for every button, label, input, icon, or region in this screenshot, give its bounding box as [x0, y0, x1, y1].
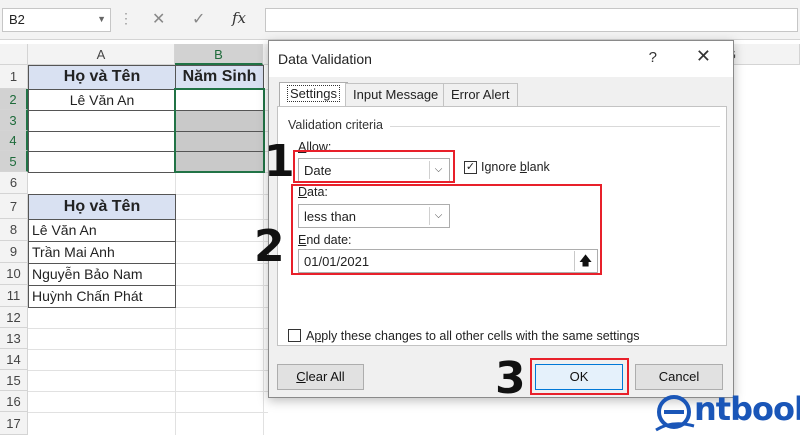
clear-all-button[interactable]: Clear All	[277, 364, 364, 390]
cell-a9[interactable]: Trần Mai Anh	[28, 241, 176, 264]
cell-a5[interactable]	[28, 151, 176, 173]
close-icon[interactable]: ✕	[696, 46, 711, 67]
row-header-15[interactable]: 15	[0, 370, 28, 391]
row-header-10[interactable]: 10	[0, 263, 28, 285]
column-header-a[interactable]: A	[28, 44, 175, 65]
cell-a10[interactable]: Nguyễn Bảo Nam	[28, 263, 176, 286]
tab-settings[interactable]: Settings	[279, 82, 348, 107]
row-header-12[interactable]: 12	[0, 307, 28, 328]
row-header-1[interactable]: 1	[0, 65, 28, 89]
column-header-b[interactable]: B	[175, 44, 263, 65]
name-box-value: B2	[9, 12, 25, 27]
check-icon[interactable]: ✓	[192, 9, 205, 29]
close-icon[interactable]: ✕	[152, 9, 165, 29]
ntbook-logo-icon	[655, 395, 695, 432]
gridline	[28, 391, 268, 392]
row-header-3[interactable]: 3	[0, 110, 28, 131]
tab-input-message[interactable]: Input Message	[345, 83, 447, 106]
row-header-16[interactable]: 16	[0, 391, 28, 412]
annotation-box-3	[530, 358, 629, 395]
row-header-8[interactable]: 8	[0, 219, 28, 241]
cell-a8[interactable]: Lê Văn An	[28, 219, 176, 242]
tab-error-alert-label: Error Alert	[451, 87, 510, 102]
chevron-down-icon[interactable]: ▼	[97, 14, 106, 24]
selection-range	[174, 88, 265, 173]
dialog-title: Data Validation	[278, 51, 372, 67]
gridline	[28, 412, 268, 413]
ignore-blank-label: Ignore blank	[481, 160, 550, 174]
row-header-2[interactable]: 2	[0, 89, 28, 110]
cell-b1[interactable]: Năm Sinh	[175, 65, 264, 90]
name-box[interactable]: B2 ▼	[2, 8, 111, 32]
annotation-step-2: 2	[254, 221, 285, 272]
row-header-5[interactable]: 5	[0, 151, 28, 172]
annotation-step-1: 1	[264, 136, 295, 187]
select-all-corner[interactable]	[0, 44, 28, 65]
cell-a1[interactable]: Họ và Tên	[28, 65, 176, 90]
cell-a4[interactable]	[28, 131, 176, 152]
apply-all-checkbox[interactable]	[288, 329, 301, 342]
gridline	[28, 349, 268, 350]
row-header-6[interactable]: 6	[0, 172, 28, 194]
cell-a11[interactable]: Huỳnh Chấn Phát	[28, 285, 176, 308]
divider	[390, 126, 720, 127]
row-header-17[interactable]: 17	[0, 412, 28, 435]
formula-input[interactable]	[265, 8, 798, 32]
cancel-button[interactable]: Cancel	[635, 364, 723, 390]
tab-error-alert[interactable]: Error Alert	[443, 83, 518, 106]
row-header-9[interactable]: 9	[0, 241, 28, 263]
cell-a7[interactable]: Họ và Tên	[28, 194, 176, 220]
row-header-13[interactable]: 13	[0, 328, 28, 349]
cell-a3[interactable]	[28, 110, 176, 132]
watermark-text: ntbook	[694, 390, 800, 428]
apply-all-label: Apply these changes to all other cells w…	[306, 329, 640, 343]
annotation-box-1	[293, 150, 455, 183]
dialog-tabs: Settings Input Message Error Alert	[277, 82, 727, 107]
more-options-icon: ⋮	[119, 10, 133, 26]
row-header-11[interactable]: 11	[0, 285, 28, 307]
annotation-step-3: 3	[495, 353, 526, 404]
row-header-7[interactable]: 7	[0, 194, 28, 219]
watermark: ntbook	[654, 388, 800, 435]
formula-bar: B2 ▼ ⋮ ✕ ✓ fx	[0, 0, 800, 40]
cell-a2[interactable]: Lê Văn An	[28, 89, 176, 111]
dialog-title-bar[interactable]: Data Validation ? ✕	[269, 41, 733, 77]
help-icon[interactable]: ?	[649, 49, 657, 66]
fx-icon[interactable]: fx	[232, 9, 246, 27]
tab-settings-label: Settings	[287, 85, 340, 102]
row-header-14[interactable]: 14	[0, 349, 28, 370]
tab-input-message-label: Input Message	[353, 87, 439, 102]
ignore-blank-checkbox[interactable]: ✓	[464, 161, 477, 174]
annotation-box-2	[291, 184, 602, 275]
gridline	[28, 370, 268, 371]
validation-criteria-title: Validation criteria	[288, 118, 383, 132]
row-header-4[interactable]: 4	[0, 131, 28, 151]
gridline	[28, 328, 268, 329]
